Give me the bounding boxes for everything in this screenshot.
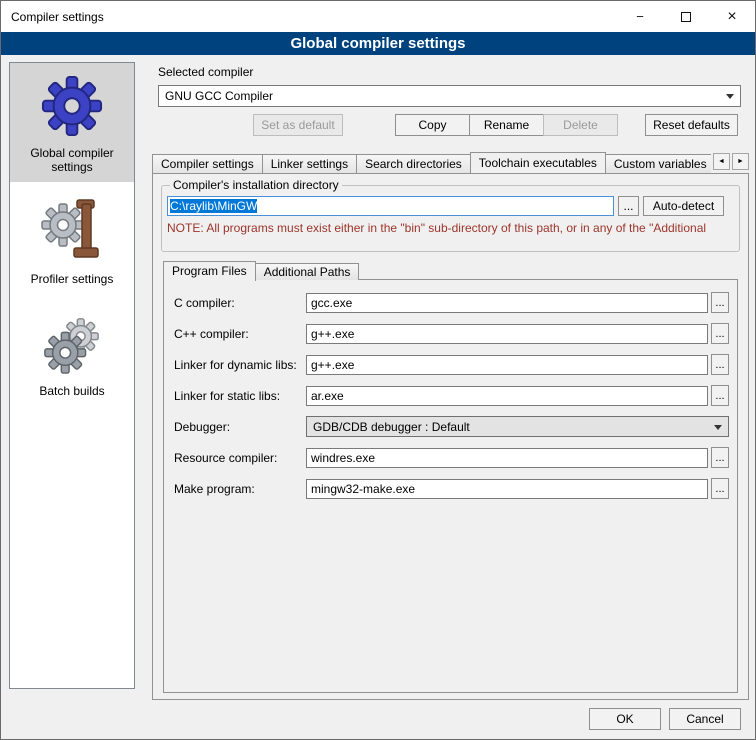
close-icon: ×	[727, 8, 736, 26]
tab-program-files[interactable]: Program Files	[163, 261, 256, 281]
browse-button[interactable]: ...	[711, 385, 729, 406]
delete-button[interactable]: Delete	[543, 114, 618, 136]
field-row-c-compiler: C compiler: ...	[174, 292, 729, 313]
tab-linker-settings[interactable]: Linker settings	[262, 154, 357, 173]
sidebar-item-batch-builds[interactable]: Batch builds	[10, 294, 134, 406]
resource-compiler-input[interactable]	[306, 448, 708, 468]
resource-compiler-label: Resource compiler:	[174, 451, 306, 465]
toolchain-executables-panel: Compiler's installation directory C:\ray…	[152, 173, 749, 700]
window-title: Compiler settings	[11, 10, 104, 24]
arrow-right-icon: ►	[737, 158, 744, 165]
tab-toolchain-executables[interactable]: Toolchain executables	[470, 152, 606, 173]
static-linker-label: Linker for static libs:	[174, 389, 306, 403]
make-program-label: Make program:	[174, 482, 306, 496]
minimize-button[interactable]: −	[617, 1, 663, 32]
chevron-down-icon	[726, 94, 734, 103]
minimize-icon: −	[636, 9, 644, 24]
selected-compiler-label: Selected compiler	[158, 65, 253, 79]
make-program-input[interactable]	[306, 479, 708, 499]
dialog-body: Global compiler settings	[1, 55, 755, 739]
sidebar-item-label: Global compiler settings	[12, 146, 132, 174]
sidebar-item-label: Batch builds	[12, 384, 132, 398]
cancel-button[interactable]: Cancel	[669, 708, 741, 730]
dynamic-linker-input[interactable]	[306, 355, 708, 375]
cpp-compiler-label: C++ compiler:	[174, 327, 306, 341]
maximize-icon	[681, 12, 691, 22]
cpp-compiler-input[interactable]	[306, 324, 708, 344]
program-files-panel: C compiler: ... C++ compiler: ... Linker…	[163, 279, 738, 693]
chevron-down-icon	[714, 425, 722, 434]
sidebar-item-label: Profiler settings	[12, 272, 132, 286]
tab-scroll-left-button[interactable]: ◄	[713, 153, 730, 170]
tab-additional-paths[interactable]: Additional Paths	[255, 263, 360, 280]
c-compiler-input[interactable]	[306, 293, 708, 313]
window-controls: − ×	[617, 1, 755, 32]
dialog-buttons: OK Cancel	[589, 708, 741, 730]
sidebar-item-global-compiler-settings[interactable]: Global compiler settings	[10, 63, 134, 182]
category-list: Global compiler settings	[9, 62, 135, 689]
browse-button[interactable]: ...	[711, 478, 729, 499]
reset-defaults-button[interactable]: Reset defaults	[645, 114, 738, 136]
selected-compiler-value: GNU GCC Compiler	[165, 89, 273, 103]
settings-tab-bar: Compiler settings Linker settings Search…	[152, 151, 749, 173]
selected-path-text: C:\raylib\MinGW	[170, 199, 257, 213]
maximize-button[interactable]	[663, 1, 709, 32]
blue-gear-icon	[12, 72, 132, 140]
tab-scroll-right-button[interactable]: ►	[732, 153, 749, 170]
field-row-static-linker: Linker for static libs: ...	[174, 385, 729, 406]
copy-button[interactable]: Copy	[395, 114, 470, 136]
field-row-resource-compiler: Resource compiler: ...	[174, 447, 729, 468]
note-text: NOTE: All programs must exist either in …	[167, 221, 734, 235]
tab-compiler-settings[interactable]: Compiler settings	[152, 154, 263, 173]
compiler-settings-window: Compiler settings − × Global compiler se…	[0, 0, 756, 740]
browse-button[interactable]: ...	[711, 447, 729, 468]
close-button[interactable]: ×	[709, 1, 755, 32]
selected-compiler-dropdown[interactable]: GNU GCC Compiler	[158, 85, 741, 107]
main-panel: Selected compiler GNU GCC Compiler Set a…	[146, 55, 755, 739]
browse-button[interactable]: ...	[711, 292, 729, 313]
installation-directory-legend: Compiler's installation directory	[170, 178, 342, 192]
batch-gears-icon	[12, 310, 132, 378]
set-as-default-button[interactable]: Set as default	[253, 114, 343, 136]
field-row-make-program: Make program: ...	[174, 478, 729, 499]
program-files-tab-bar: Program Files Additional Paths	[163, 260, 358, 280]
rename-button[interactable]: Rename	[469, 114, 544, 136]
dialog-header: Global compiler settings	[1, 32, 755, 55]
field-row-dynamic-linker: Linker for dynamic libs: ...	[174, 354, 729, 375]
debugger-dropdown[interactable]: GDB/CDB debugger : Default	[306, 416, 729, 437]
tab-custom-variables[interactable]: Custom variables	[605, 154, 711, 173]
debugger-label: Debugger:	[174, 420, 306, 434]
static-linker-input[interactable]	[306, 386, 708, 406]
dynamic-linker-label: Linker for dynamic libs:	[174, 358, 306, 372]
ok-button[interactable]: OK	[589, 708, 661, 730]
sidebar-item-profiler-settings[interactable]: Profiler settings	[10, 182, 134, 294]
auto-detect-button[interactable]: Auto-detect	[643, 196, 724, 216]
installation-directory-group: Compiler's installation directory C:\ray…	[161, 178, 740, 252]
profiler-tool-icon	[12, 198, 132, 266]
compiler-actions: Set as default Copy Rename Delete Reset …	[146, 114, 755, 136]
installation-directory-input[interactable]: C:\raylib\MinGW	[167, 196, 614, 216]
installation-directory-row: C:\raylib\MinGW ... Auto-detect	[167, 196, 734, 216]
tabs-strip: Compiler settings Linker settings Search…	[152, 151, 711, 173]
browse-directory-button[interactable]: ...	[618, 196, 639, 216]
tab-search-directories[interactable]: Search directories	[356, 154, 471, 173]
browse-button[interactable]: ...	[711, 323, 729, 344]
field-row-debugger: Debugger: GDB/CDB debugger : Default	[174, 416, 729, 437]
title-bar: Compiler settings − ×	[1, 1, 755, 32]
c-compiler-label: C compiler:	[174, 296, 306, 310]
field-row-cpp-compiler: C++ compiler: ...	[174, 323, 729, 344]
debugger-value: GDB/CDB debugger : Default	[313, 420, 470, 434]
browse-button[interactable]: ...	[711, 354, 729, 375]
arrow-left-icon: ◄	[718, 158, 725, 165]
